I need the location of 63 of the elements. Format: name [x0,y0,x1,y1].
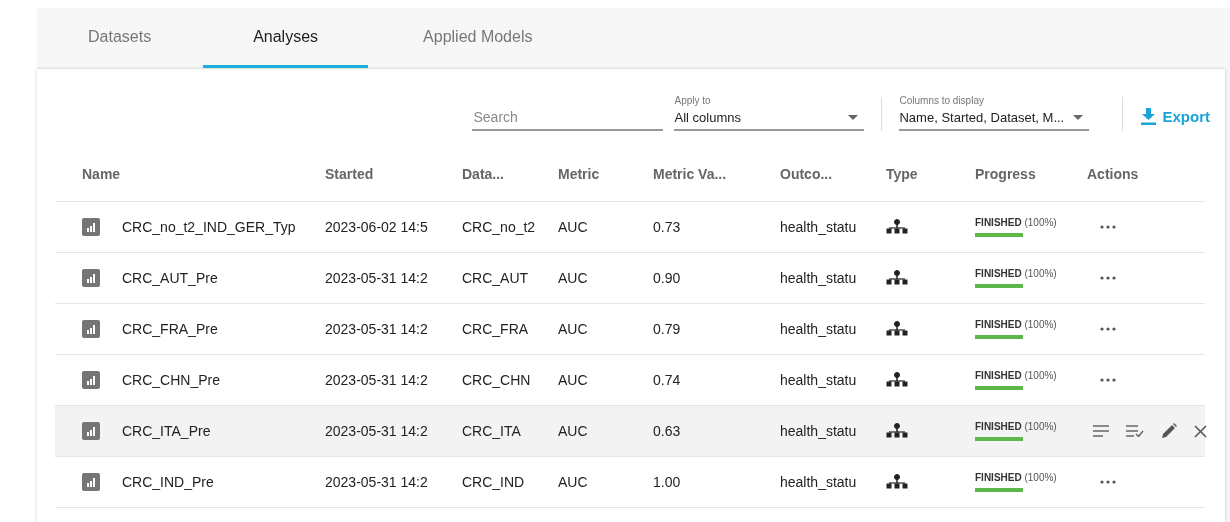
table-cell-text: AUC [558,474,589,490]
table-cell-text: 0.79 [653,321,682,337]
column-header: Metric [558,166,601,182]
column-header: Started [325,166,375,182]
table-cell: CRC_CHN_Pre [122,372,221,388]
column-header: Progress [975,166,1037,182]
progress-status: FINISHED (100%) [975,319,1057,330]
table-cell-text: 2023-05-31 14:2 [325,474,429,490]
column-header: Name [82,166,122,182]
table-row[interactable]: CRC_FRA_Pre 2023-05-31 14:2 CRC_FRA AUC 0.79 health_statu FINISHED (100%) [55,304,1205,355]
field-label: Columns to display [899,95,985,106]
column-header: Data... [462,166,505,182]
progress-status: FINISHED (100%) [975,217,1057,228]
progress-status: FINISHED (100%) [975,370,1057,381]
table-cell-text: CRC_no_t2 [462,219,537,235]
table-cell-text: CRC_ITA [462,423,522,439]
table-cell-text: CRC_IND [462,474,526,490]
table-cell-text: 1.00 [653,474,682,490]
table-cell-text: health_statu [780,321,858,337]
table-cell-text: CRC_FRA [462,321,530,337]
column-header: Outco... [780,166,834,182]
tab[interactable]: Applied Models [380,8,573,68]
table-row[interactable]: CRC_IND_Pre 2023-05-31 14:2 CRC_IND AUC 1.00 health_statu FINISHED (100%) [55,457,1205,508]
field-label: Apply to [674,95,712,106]
progress-status: FINISHED (100%) [975,421,1057,432]
table-cell-text: health_statu [780,219,858,235]
table-cell-text: 0.90 [653,270,682,286]
column-header: Metric Va... [653,166,728,182]
table-cell-text: health_statu [780,474,858,490]
table-row[interactable]: CRC_ITA_Pre 2023-05-31 14:2 CRC_ITA AUC 0.63 health_statu FINISHED (100%) [55,406,1205,457]
column-header: Type [886,166,919,182]
table-cell-text: AUC [558,423,589,439]
table-cell-text: 2023-05-31 14:2 [325,321,429,337]
columns-dropdown[interactable]: Name, Started, Dataset, M... [899,110,1090,131]
table-cell-text: CRC_AUT [462,270,530,286]
table-cell-text: AUC [558,219,589,235]
table-cell-text: 2023-05-31 14:2 [325,423,429,439]
table-cell: CRC_FRA_Pre [122,321,218,337]
table-cell-text: health_statu [780,270,858,286]
table-cell-text: AUC [558,270,589,286]
progress-status: FINISHED (100%) [975,472,1057,483]
table-cell-text: AUC [558,372,589,388]
table-cell-text: 0.74 [653,372,682,388]
table-row[interactable]: CRC_no_t2_IND_GER_Typ 2023-06-02 14:5 CRC_no_t2 AUC 0.73 health_statu FINISHED (100%) [55,202,1205,253]
table-cell-text: 0.73 [653,219,682,235]
table-cell-text: health_statu [780,372,858,388]
progress-status: FINISHED (100%) [975,268,1057,279]
search-field[interactable]: Search [472,105,664,131]
table-cell: CRC_AUT_Pre [122,270,218,286]
table-cell-text: AUC [558,321,589,337]
table-cell-text: 2023-05-31 14:2 [325,270,429,286]
table-cell-text: CRC_CHN [462,372,532,388]
table-cell-text: 2023-06-02 14:5 [325,219,429,235]
table-cell-text: 0.63 [653,423,682,439]
tab[interactable]: Datasets [45,8,192,68]
column-header: Actions [1087,166,1140,182]
table-cell-text: 2023-05-31 14:2 [325,372,429,388]
table-cell: CRC_no_t2_IND_GER_Typ [122,219,296,235]
apply-to-dropdown[interactable]: All columns [674,110,865,131]
table-cell-text: health_statu [780,423,858,439]
table-cell: CRC_IND_Pre [122,474,214,490]
table-cell: CRC_ITA_Pre [122,423,211,439]
table-row[interactable]: CRC_AUT_Pre 2023-05-31 14:2 CRC_AUT AUC 0.90 health_statu FINISHED (100%) [55,253,1205,304]
